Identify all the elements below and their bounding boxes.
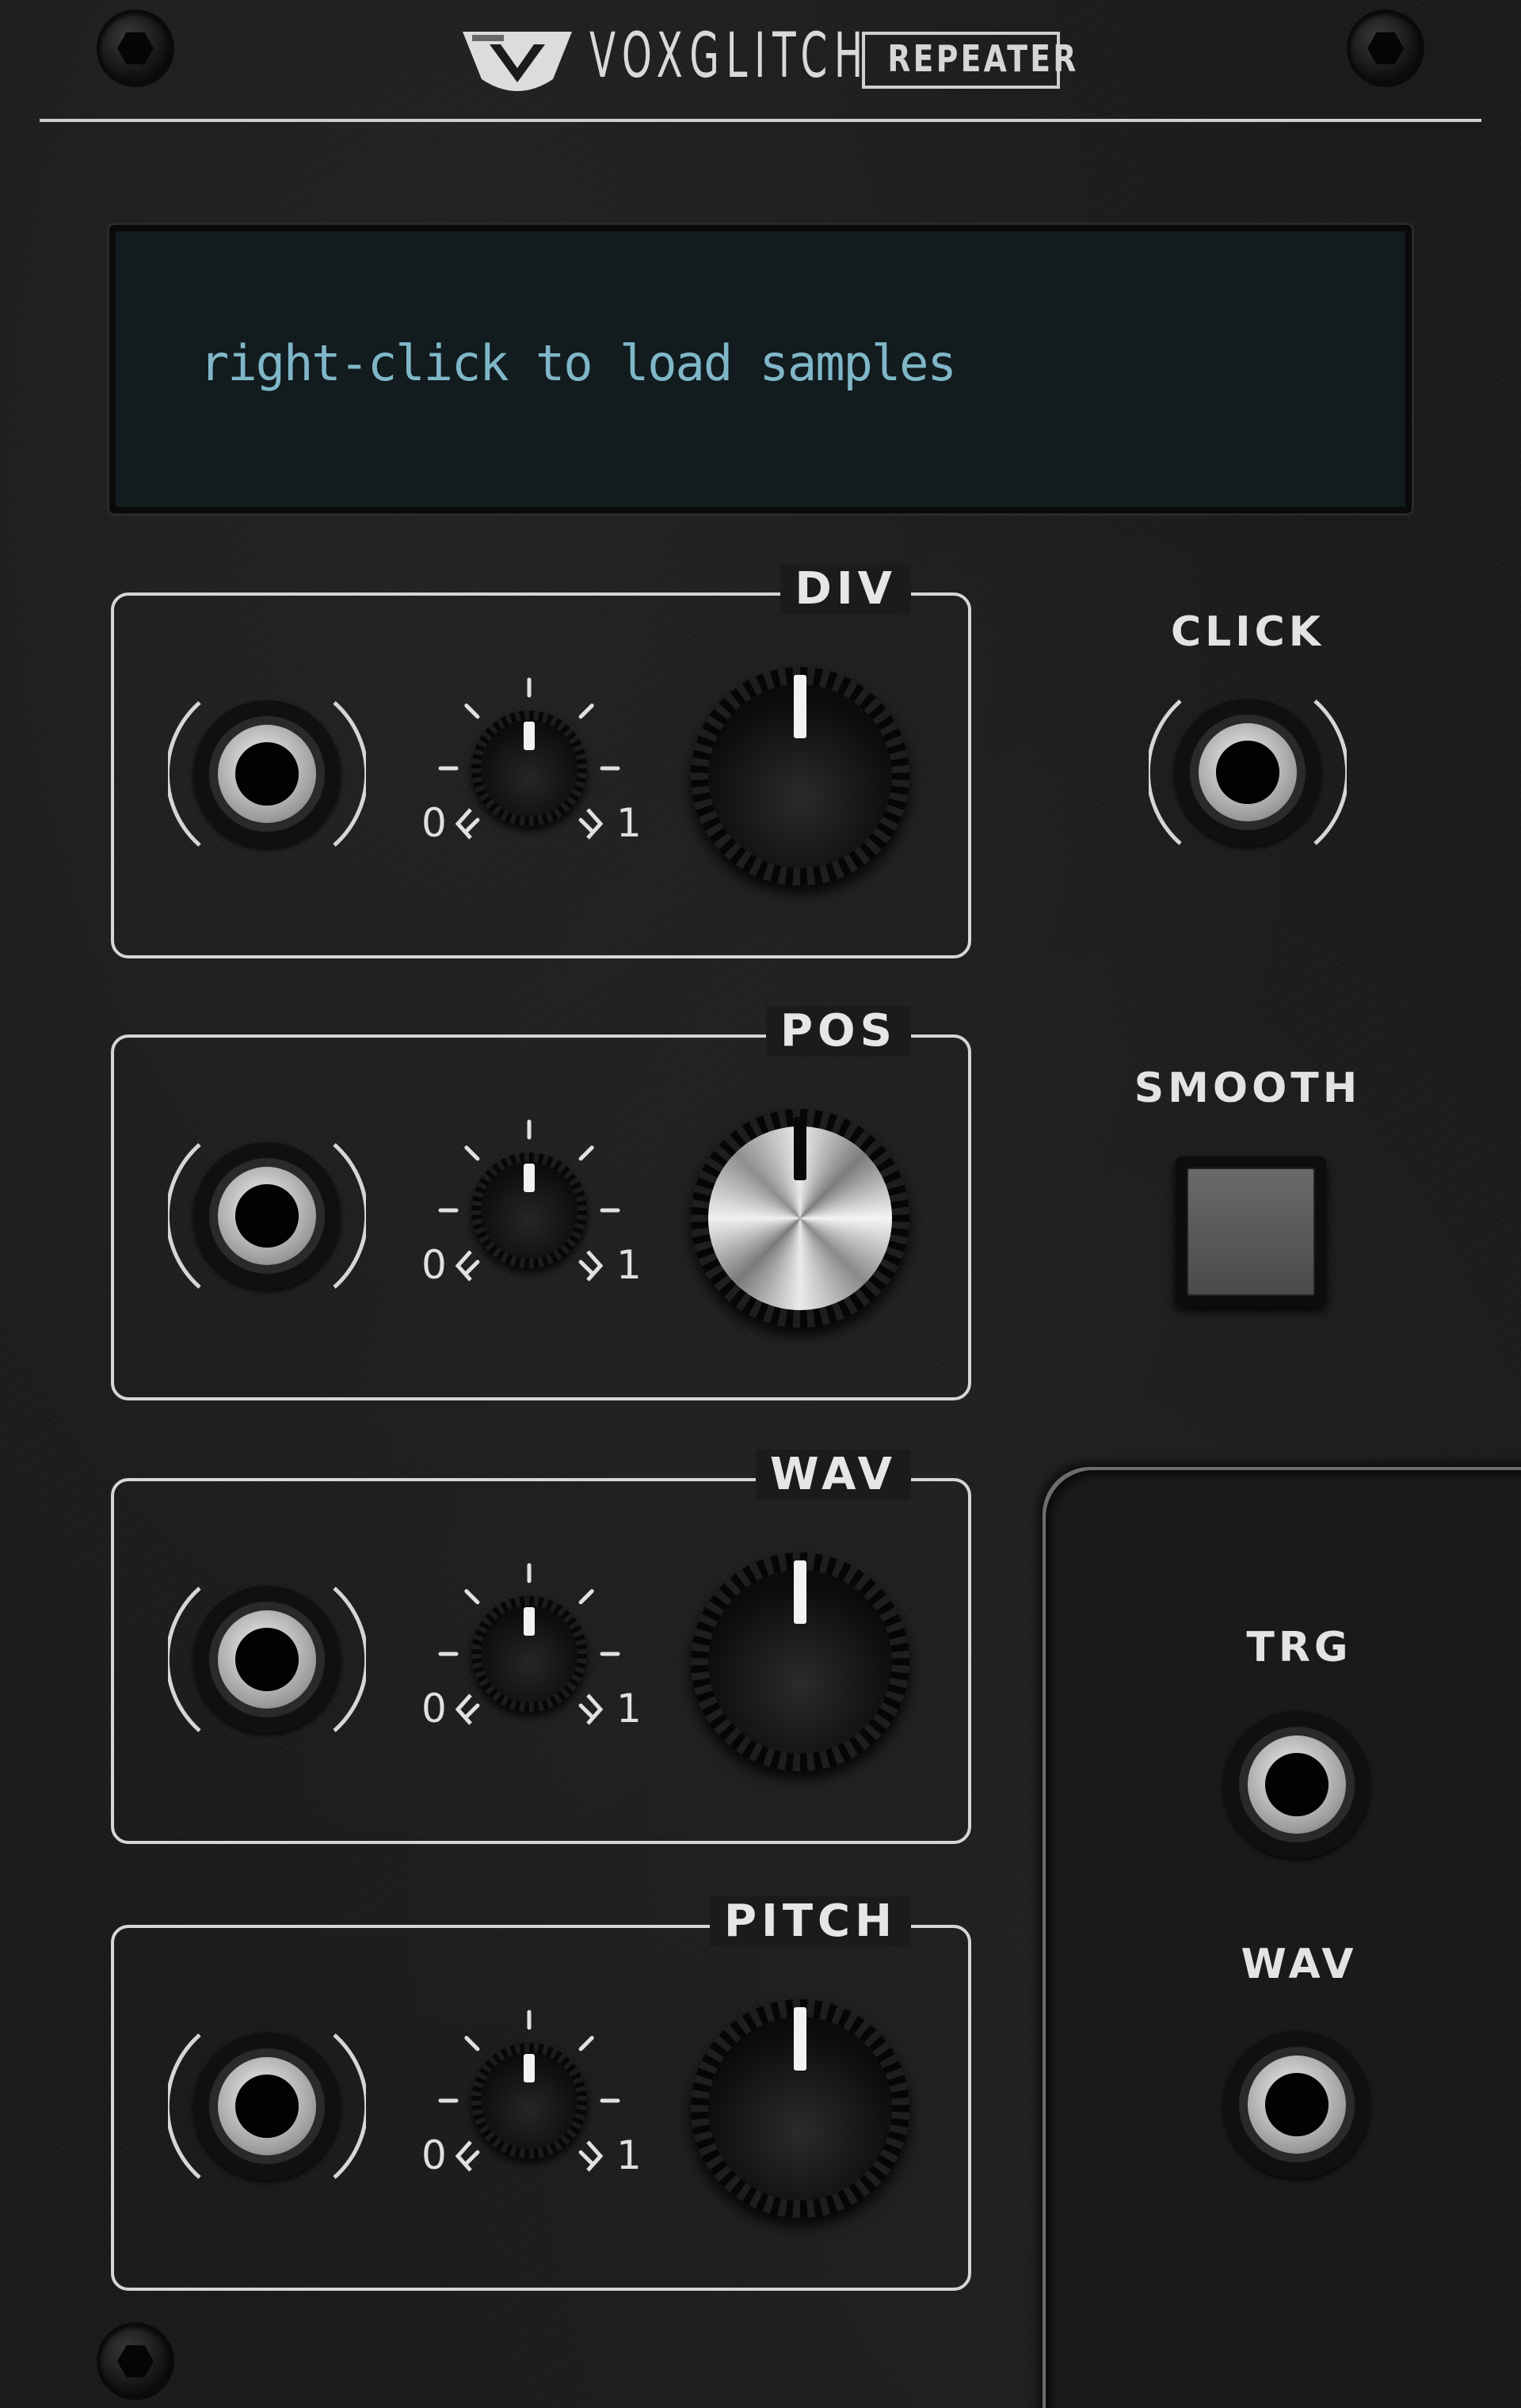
section-div-range-min: 0 — [421, 800, 447, 846]
wav-output-jack[interactable] — [1223, 2031, 1370, 2178]
section-pos-attenuator-pointer — [524, 1164, 535, 1192]
wav-output-label: WAV — [1241, 1941, 1358, 1988]
section-div-knob[interactable] — [691, 667, 909, 886]
section-pitch-cv-input-jack[interactable] — [193, 2033, 341, 2180]
header-divider — [40, 119, 1481, 122]
section-pos-attenuator-knob[interactable] — [471, 1153, 587, 1268]
click-label: CLICK — [1170, 608, 1325, 656]
section-wav-cv-input-jack[interactable] — [193, 1586, 341, 1733]
section-pos-knob[interactable] — [691, 1109, 909, 1328]
section-wav-range-max: 1 — [616, 1686, 642, 1732]
display-message: right-click to load samples — [200, 334, 957, 392]
section-pos-range-max: 1 — [616, 1242, 642, 1288]
trg-output-jack[interactable] — [1223, 1711, 1370, 1858]
output-subpanel — [1046, 1470, 1521, 2408]
section-div-knob-pointer — [794, 675, 806, 738]
voxglitch-logo-icon — [463, 32, 572, 91]
section-pitch-knob[interactable] — [691, 1999, 909, 2218]
click-input-jack[interactable] — [1174, 699, 1321, 846]
section-pitch-range-max: 1 — [616, 2132, 642, 2178]
section-wav-range-min: 0 — [421, 1686, 447, 1732]
section-pos-cv-input-jack[interactable] — [193, 1142, 341, 1290]
section-pitch-attenuator-knob[interactable] — [471, 2043, 587, 2158]
section-pos-title: POS — [766, 1006, 911, 1057]
section-wav-attenuator-pointer — [524, 1607, 535, 1636]
screw-bottom-left-icon — [100, 2326, 171, 2397]
section-pitch-knob-pointer — [794, 2007, 806, 2071]
screw-top-left-icon — [100, 13, 171, 84]
section-pitch-range-min: 0 — [421, 2132, 447, 2178]
section-div-attenuator-knob[interactable] — [471, 711, 587, 826]
section-pitch-attenuator-pointer — [524, 2054, 535, 2082]
section-pos-range-min: 0 — [421, 1242, 447, 1288]
model-name: REPEATER — [887, 37, 1079, 80]
section-div-cv-input-jack[interactable] — [193, 700, 341, 848]
section-div-attenuator-pointer — [524, 722, 535, 750]
section-div-title: DIV — [780, 564, 911, 615]
trg-output-label: TRG — [1246, 1624, 1352, 1671]
smooth-label: SMOOTH — [1134, 1065, 1362, 1112]
section-wav-title: WAV — [755, 1450, 911, 1500]
section-wav-knob[interactable] — [691, 1553, 909, 1771]
section-wav-attenuator-knob[interactable] — [471, 1596, 587, 1712]
section-wav-knob-pointer — [794, 1560, 806, 1624]
section-pitch-title: PITCH — [709, 1896, 911, 1947]
section-pos-knob-pointer — [794, 1117, 806, 1180]
smooth-button[interactable] — [1176, 1156, 1326, 1307]
brand-name: VOXGLITCH — [589, 21, 870, 92]
module-panel: VOXGLITCH REPEATER right-click to load s… — [0, 0, 1521, 2408]
section-div-range-max: 1 — [616, 800, 642, 846]
screw-top-right-icon — [1350, 13, 1421, 84]
